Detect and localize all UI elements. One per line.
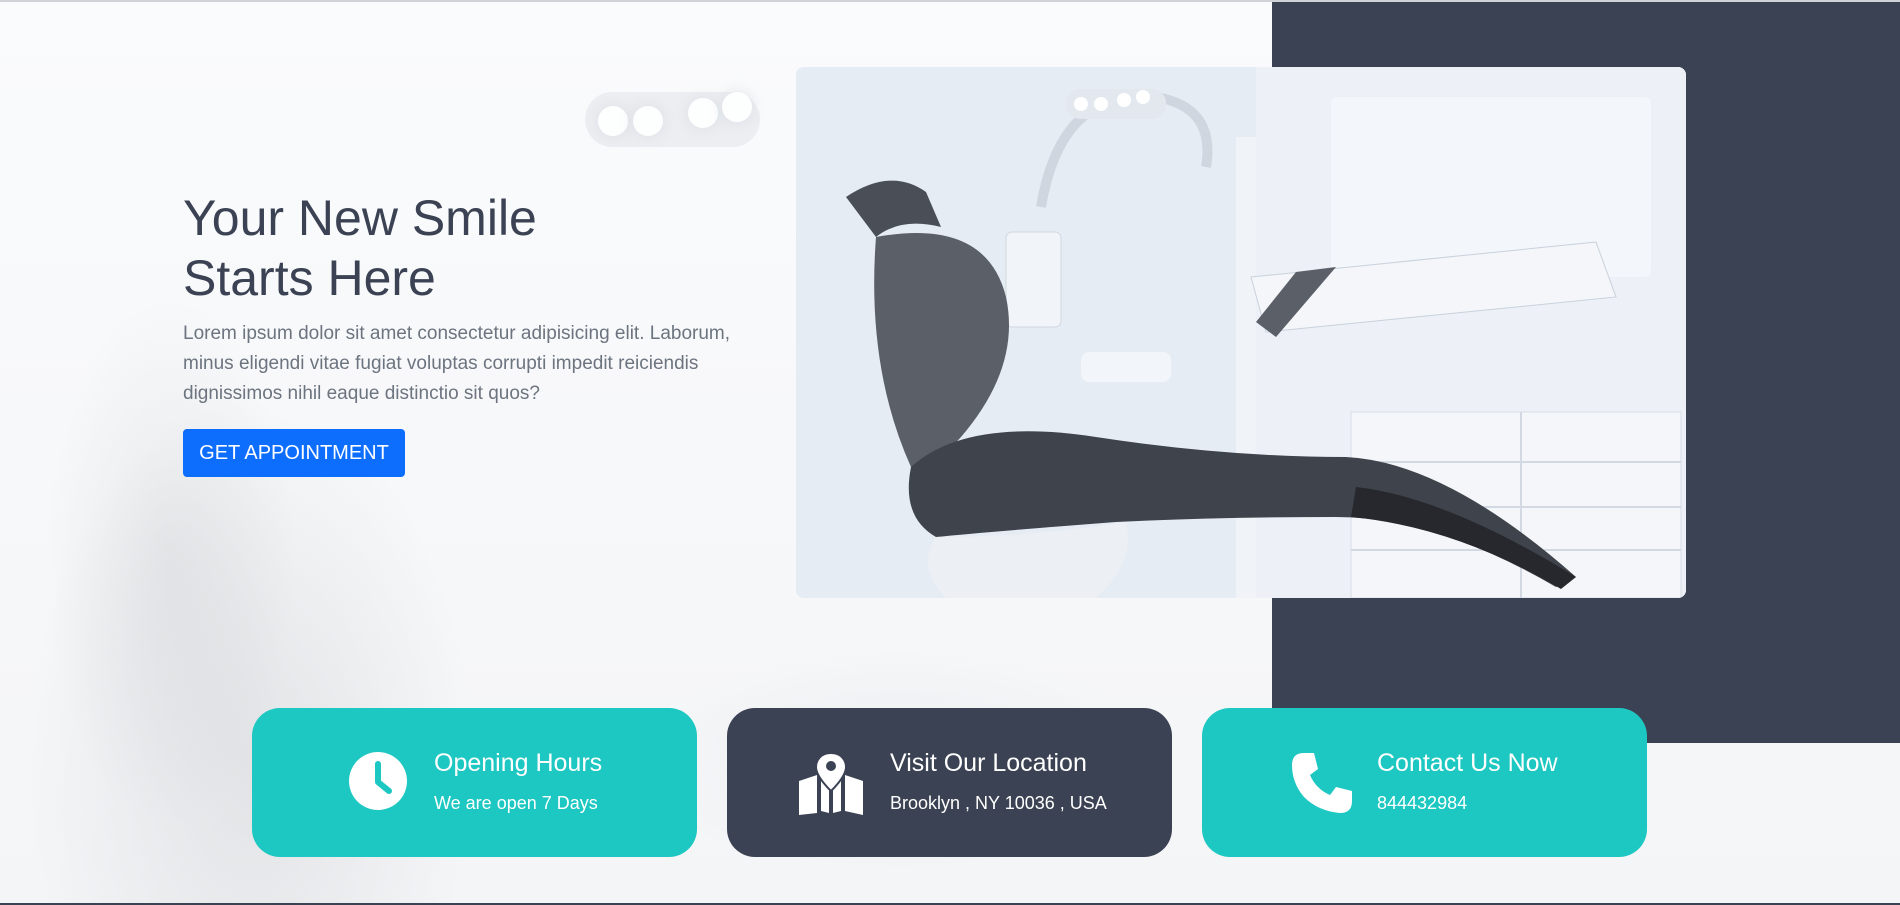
opening-hours-title: Opening Hours <box>434 749 603 777</box>
get-appointment-button[interactable]: GET APPOINTMENT <box>183 429 405 477</box>
contact-phone-number[interactable]: 844432984 <box>1377 792 1467 814</box>
hero-title: Your New Smile Starts Here <box>183 188 783 308</box>
opening-hours-card: Opening Hours We are open 7 Days <box>252 708 697 857</box>
phone-icon <box>1292 753 1352 813</box>
background-lamp-bulb <box>688 98 718 128</box>
dental-chair-illustration <box>796 67 1686 598</box>
opening-hours-text: We are open 7 Days <box>434 793 598 813</box>
contact-us-title: Contact Us Now <box>1377 749 1558 777</box>
background-lamp-bulb <box>598 106 628 136</box>
visit-location-title: Visit Our Location <box>890 749 1087 777</box>
map-location-icon <box>799 751 863 815</box>
hero-title-line-1: Your New Smile <box>183 190 537 246</box>
background-lamp-bulb <box>633 106 663 136</box>
visit-location-text: Brooklyn , NY 10036 , USA <box>890 793 1107 813</box>
hero-section: Your New Smile Starts Here Lorem ipsum d… <box>0 0 1900 905</box>
visit-location-card: Visit Our Location Brooklyn , NY 10036 ,… <box>727 708 1172 857</box>
hero-title-line-2: Starts Here <box>183 250 436 306</box>
background-lamp-bulb <box>722 92 752 122</box>
clock-icon <box>349 752 407 810</box>
hero-description: Lorem ipsum dolor sit amet consectetur a… <box>183 323 731 404</box>
contact-us-card: Contact Us Now 844432984 <box>1202 708 1647 857</box>
dental-chair-photo <box>796 67 1686 598</box>
